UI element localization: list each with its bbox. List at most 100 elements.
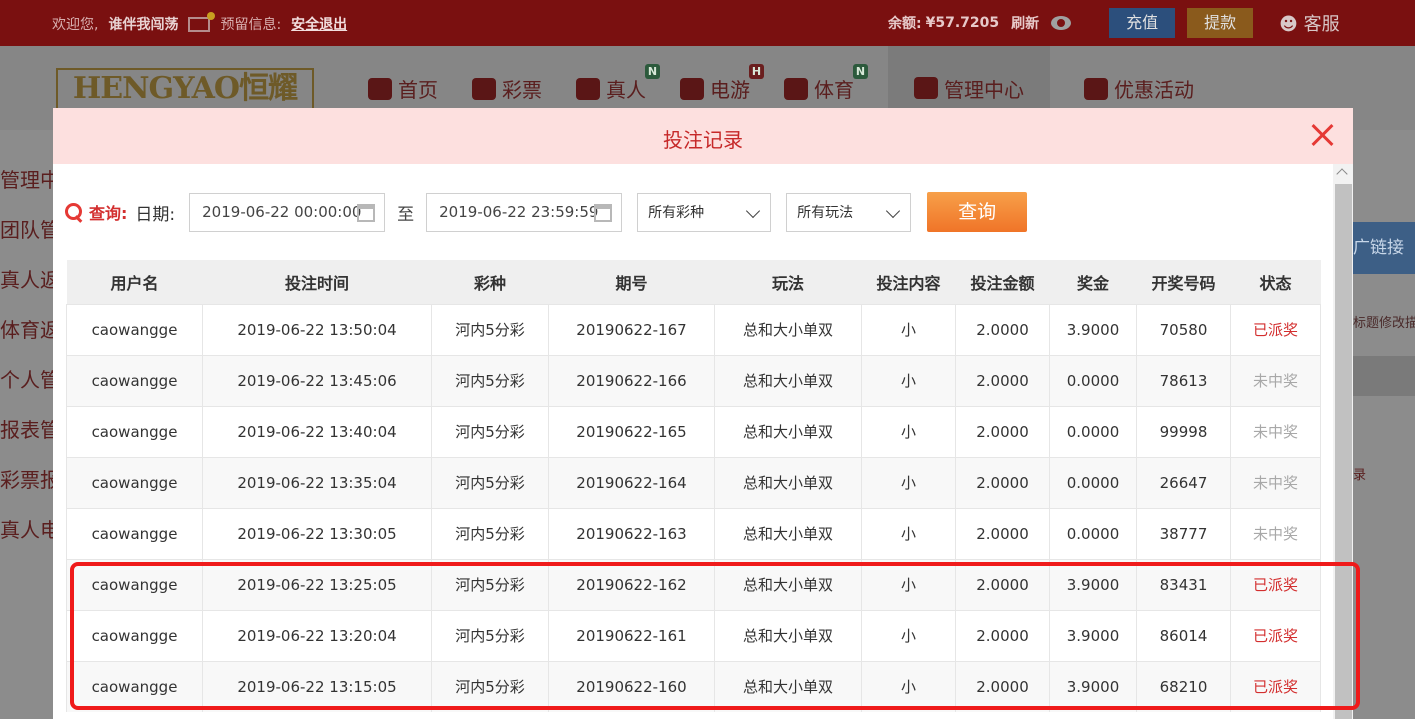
draw-number-cell: 68210 [1136, 660, 1231, 712]
withdraw-button[interactable]: 提款 [1187, 8, 1254, 38]
bet-amount-cell: 2.0000 [955, 558, 1050, 610]
customer-service-link[interactable]: ☻ 客服 [1279, 10, 1340, 36]
bet-amount-cell: 2.0000 [955, 405, 1050, 457]
close-icon[interactable] [1307, 120, 1337, 150]
bet-records-modal: 投注记录 查询: 日期: 2019-06-22 00:00:00 至 2019-… [53, 108, 1353, 719]
main-nav: 首页 彩票 真人 N 电游 H 体育 N 管理中心 优惠活动 [368, 46, 1194, 130]
nav-label: 彩票 [502, 78, 542, 102]
sidebar-item[interactable]: 个人管 [0, 360, 60, 410]
play-cell: 总和大小单双 [714, 303, 862, 355]
logout-link[interactable]: 安全退出 [291, 14, 347, 34]
column-header: 状态 [1230, 260, 1321, 304]
bet-time-cell: 2019-06-22 13:50:04 [202, 303, 432, 355]
chevron-down-icon [746, 203, 761, 218]
table-row: caowangge 2019-06-22 13:30:05 河内5分彩 2019062… [66, 507, 1321, 559]
play-type-value: 所有玩法 [797, 205, 854, 221]
headset-icon: ☻ [1279, 14, 1298, 35]
column-header: 玩法 [714, 260, 862, 304]
status-cell: 未中奖 [1230, 456, 1321, 508]
play-cell: 总和大小单双 [714, 405, 862, 457]
chevron-down-icon [886, 203, 901, 218]
nav-slots[interactable]: 电游 H [680, 64, 764, 103]
nav-live[interactable]: 真人 N [576, 64, 660, 103]
promo-link-button[interactable]: 广链接 [1353, 222, 1415, 274]
refresh-link[interactable]: 刷新 [1011, 13, 1039, 33]
mail-icon[interactable] [188, 11, 216, 32]
bet-amount-cell: 2.0000 [955, 660, 1050, 712]
calendar-icon[interactable] [594, 203, 613, 222]
query-bar: 查询: 日期: 2019-06-22 00:00:00 至 2019-06-22… [65, 192, 1028, 232]
play-cell: 总和大小单双 [714, 660, 862, 712]
play-cell: 总和大小单双 [714, 456, 862, 508]
username-cell: caowangge [66, 507, 203, 559]
nav-label: 首页 [398, 78, 438, 102]
username: 谁伴我闯荡 [108, 17, 179, 33]
query-button[interactable]: 查询 [927, 192, 1028, 232]
issue-cell: 20190622-163 [548, 507, 715, 559]
username-cell: caowangge [66, 660, 203, 712]
issue-cell: 20190622-160 [548, 660, 715, 712]
modal-title: 投注记录 [663, 128, 743, 152]
balance-value: ¥57.7205 [925, 15, 1000, 31]
lottery-cell: 河内5分彩 [431, 660, 549, 712]
sidebar-item[interactable]: 团队管 [0, 210, 60, 260]
scrollbar[interactable] [1333, 164, 1353, 719]
bet-content-cell: 小 [861, 507, 956, 559]
issue-cell: 20190622-162 [548, 558, 715, 610]
slot-icon [680, 77, 704, 100]
search-icon [65, 203, 83, 221]
scroll-thumb[interactable] [1335, 184, 1352, 719]
issue-cell: 20190622-164 [548, 456, 715, 508]
nav-sports[interactable]: 体育 N [784, 64, 868, 103]
nav-promotions[interactable]: 优惠活动 [1084, 74, 1194, 103]
top-bar: 欢迎您, 谁伴我闯荡 预留信息: 安全退出 余额: ¥57.7205 刷新 充值… [0, 0, 1415, 46]
table-row: caowangge 2019-06-22 13:40:04 河内5分彩 2019062… [66, 405, 1321, 457]
status-cell: 未中奖 [1230, 354, 1321, 406]
sidebar-item[interactable]: 报表管 [0, 410, 60, 460]
nav-badge: H [749, 64, 764, 79]
play-cell: 总和大小单双 [714, 507, 862, 559]
username-cell: caowangge [66, 456, 203, 508]
recharge-button[interactable]: 充值 [1109, 8, 1176, 38]
issue-cell: 20190622-161 [548, 609, 715, 661]
bet-content-cell: 小 [861, 609, 956, 661]
play-type-select[interactable]: 所有玩法 [786, 192, 912, 232]
start-date-input[interactable]: 2019-06-22 00:00:00 [189, 192, 386, 232]
nav-label: 电游 [710, 78, 750, 102]
reserved-info-label: 预留信息: [220, 17, 282, 33]
sidebar-item[interactable]: 管理中 [0, 160, 60, 210]
issue-cell: 20190622-167 [548, 303, 715, 355]
nav-home[interactable]: 首页 [368, 74, 438, 103]
draw-number-cell: 99998 [1136, 405, 1231, 457]
sidebar-item[interactable]: 真人返 [0, 260, 60, 310]
calendar-icon[interactable] [357, 203, 376, 222]
bet-time-cell: 2019-06-22 13:25:05 [202, 558, 432, 610]
sidebar-item[interactable]: 彩票报 [0, 460, 60, 510]
end-date-input[interactable]: 2019-06-22 23:59:59 [426, 192, 623, 232]
status-cell: 未中奖 [1230, 507, 1321, 559]
eye-icon[interactable] [1051, 16, 1072, 30]
status-cell: 已派奖 [1230, 303, 1321, 355]
nav-lottery[interactable]: 彩票 [472, 74, 542, 103]
sidebar-item[interactable]: 体育返 [0, 310, 60, 360]
column-header: 投注时间 [202, 260, 432, 304]
bet-amount-cell: 2.0000 [955, 456, 1050, 508]
lottery-type-select[interactable]: 所有彩种 [637, 192, 772, 232]
bet-content-cell: 小 [861, 456, 956, 508]
status-cell: 已派奖 [1230, 609, 1321, 661]
lottery-cell: 河内5分彩 [431, 558, 549, 610]
scroll-up-icon[interactable] [1336, 168, 1348, 180]
column-header: 奖金 [1049, 260, 1137, 304]
welcome-text: 欢迎您, [52, 17, 99, 33]
draw-number-cell: 83431 [1136, 558, 1231, 610]
sidebar-item[interactable]: 真人电 [0, 510, 60, 560]
site-logo[interactable]: HENGYAO恒耀 [56, 68, 314, 110]
column-header: 彩种 [431, 260, 549, 304]
date-label: 日期: [135, 204, 176, 225]
status-cell: 已派奖 [1230, 558, 1321, 610]
nav-badge: N [645, 64, 660, 79]
balance-label: 余额: [888, 16, 922, 32]
right-panel-link[interactable]: 录 [1353, 464, 1415, 483]
prize-cell: 0.0000 [1049, 507, 1137, 559]
status-cell: 未中奖 [1230, 405, 1321, 457]
